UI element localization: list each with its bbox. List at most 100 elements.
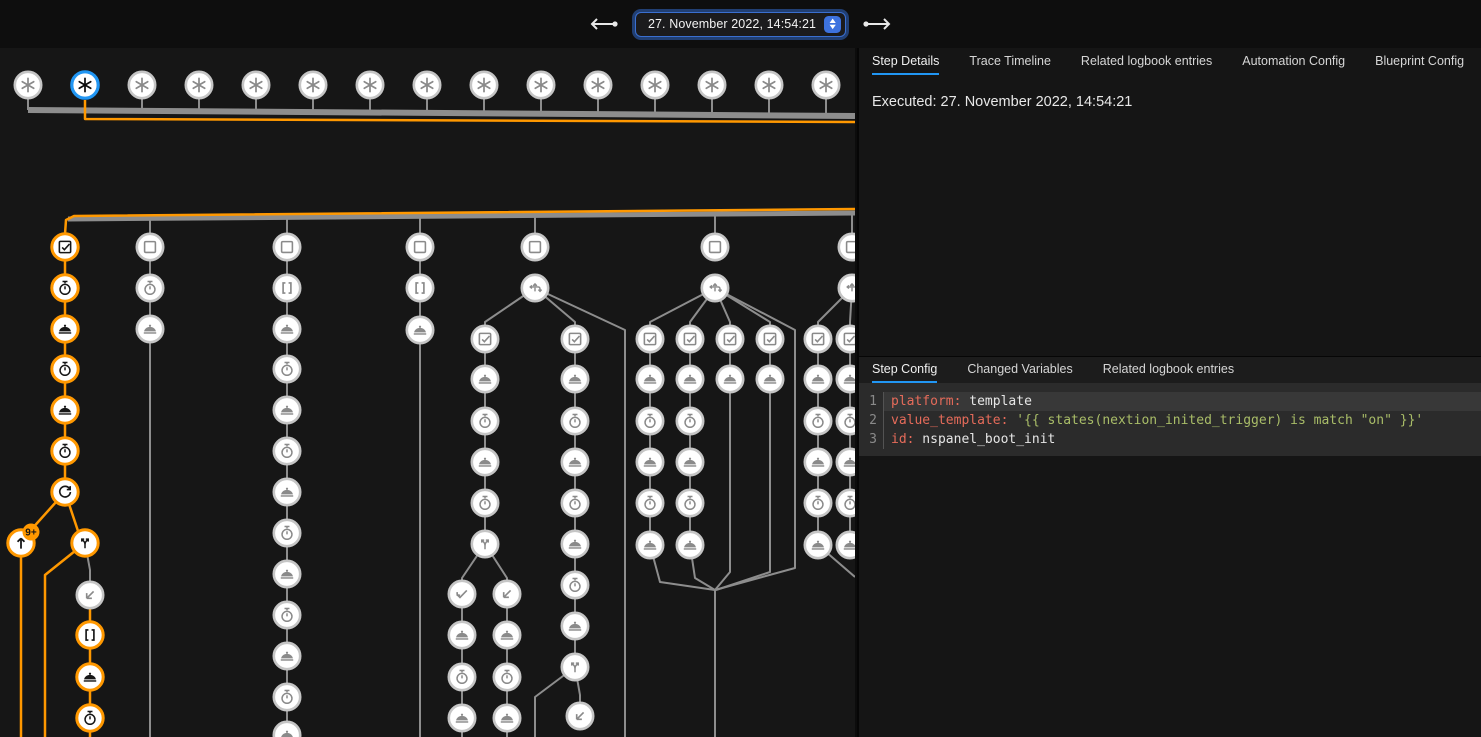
node-split[interactable] — [562, 654, 588, 680]
tab-changed-variables[interactable]: Changed Variables — [967, 357, 1072, 383]
previous-run-button[interactable] — [587, 15, 621, 33]
node-condition-checked[interactable] — [837, 326, 855, 352]
node-service-call[interactable] — [137, 316, 163, 342]
node-condition-blank[interactable] — [274, 234, 300, 260]
node-condition-checked[interactable] — [757, 326, 783, 352]
node-service-call[interactable] — [52, 397, 78, 423]
node-condition-blank[interactable] — [522, 234, 548, 260]
node-service-call[interactable] — [274, 561, 300, 587]
node-service-call[interactable] — [805, 366, 831, 392]
node-repeat[interactable] — [52, 479, 78, 505]
node-timer[interactable] — [274, 684, 300, 710]
node-trigger-asterisk[interactable] — [585, 72, 611, 98]
node-template-brackets[interactable] — [407, 275, 433, 301]
node-condition-blank[interactable] — [407, 234, 433, 260]
node-service-call[interactable] — [677, 449, 703, 475]
node-timer[interactable] — [562, 408, 588, 434]
node-service-call[interactable] — [677, 532, 703, 558]
node-choose[interactable] — [702, 275, 728, 301]
node-timer[interactable] — [52, 356, 78, 382]
tab-related-logbook-entries[interactable]: Related logbook entries — [1081, 48, 1212, 75]
node-timer[interactable] — [274, 438, 300, 464]
node-timer[interactable] — [562, 572, 588, 598]
node-condition-checked[interactable] — [677, 326, 703, 352]
tab-step-config[interactable]: Step Config — [872, 357, 937, 383]
node-service-call[interactable] — [449, 622, 475, 648]
node-trigger-asterisk[interactable] — [243, 72, 269, 98]
node-service-call[interactable] — [805, 532, 831, 558]
node-choose[interactable] — [839, 275, 855, 301]
node-condition-checked[interactable] — [52, 234, 78, 260]
node-trigger-asterisk[interactable] — [528, 72, 554, 98]
tab-blueprint-config[interactable]: Blueprint Config — [1375, 48, 1464, 75]
node-service-call[interactable] — [274, 397, 300, 423]
node-service-call[interactable] — [637, 366, 663, 392]
node-service-call[interactable] — [757, 366, 783, 392]
node-service-call[interactable] — [494, 622, 520, 648]
node-condition-checked[interactable] — [637, 326, 663, 352]
node-service-call[interactable] — [52, 316, 78, 342]
node-service-call[interactable] — [562, 613, 588, 639]
tab-step-details[interactable]: Step Details — [872, 48, 939, 75]
node-timer[interactable] — [77, 705, 103, 731]
node-timer[interactable] — [805, 490, 831, 516]
node-timer[interactable] — [52, 275, 78, 301]
node-trigger-asterisk[interactable] — [471, 72, 497, 98]
node-service-call[interactable] — [449, 705, 475, 731]
node-timer[interactable] — [274, 356, 300, 382]
node-service-call[interactable] — [274, 479, 300, 505]
node-trigger-asterisk[interactable] — [129, 72, 155, 98]
node-condition-blank[interactable] — [702, 234, 728, 260]
node-timer[interactable] — [637, 408, 663, 434]
node-service-call[interactable] — [837, 366, 855, 392]
node-split[interactable] — [72, 530, 98, 556]
node-template-brackets[interactable] — [274, 275, 300, 301]
node-timer[interactable] — [837, 408, 855, 434]
node-timer[interactable] — [562, 490, 588, 516]
node-check[interactable] — [449, 581, 475, 607]
node-trigger-asterisk[interactable] — [15, 72, 41, 98]
node-timer[interactable] — [472, 490, 498, 516]
node-service-call[interactable] — [637, 532, 663, 558]
node-arrow-down-left[interactable] — [77, 582, 103, 608]
node-timer[interactable] — [472, 408, 498, 434]
node-timer[interactable] — [677, 408, 703, 434]
node-timer[interactable] — [837, 490, 855, 516]
next-run-button[interactable] — [860, 15, 894, 33]
node-trigger-asterisk[interactable] — [813, 72, 839, 98]
node-condition-checked[interactable] — [562, 326, 588, 352]
node-trigger-asterisk[interactable] — [72, 72, 98, 98]
node-condition-blank[interactable] — [839, 234, 855, 260]
node-service-call[interactable] — [274, 316, 300, 342]
tab-related-logbook-entries[interactable]: Related logbook entries — [1103, 357, 1234, 383]
node-trigger-asterisk[interactable] — [414, 72, 440, 98]
yaml-code-block[interactable]: 1platform: template2value_template: '{{ … — [859, 383, 1481, 456]
node-split[interactable] — [472, 531, 498, 557]
node-condition-blank[interactable] — [137, 234, 163, 260]
node-service-call[interactable] — [562, 366, 588, 392]
node-service-call[interactable] — [677, 366, 703, 392]
node-timer[interactable] — [449, 664, 475, 690]
node-service-call[interactable] — [637, 449, 663, 475]
node-trigger-asterisk[interactable] — [357, 72, 383, 98]
node-arrow-up[interactable]: 9+ — [8, 524, 40, 557]
node-service-call[interactable] — [77, 664, 103, 690]
node-trigger-asterisk[interactable] — [756, 72, 782, 98]
node-service-call[interactable] — [472, 366, 498, 392]
node-service-call[interactable] — [805, 449, 831, 475]
node-service-call[interactable] — [494, 705, 520, 731]
node-service-call[interactable] — [274, 722, 300, 737]
node-timer[interactable] — [494, 664, 520, 690]
node-choose[interactable] — [522, 275, 548, 301]
node-timer[interactable] — [52, 438, 78, 464]
node-service-call[interactable] — [717, 366, 743, 392]
node-timer[interactable] — [137, 275, 163, 301]
node-template-brackets[interactable] — [77, 622, 103, 648]
node-timer[interactable] — [274, 520, 300, 546]
node-trigger-asterisk[interactable] — [699, 72, 725, 98]
node-timer[interactable] — [274, 602, 300, 628]
node-service-call[interactable] — [407, 317, 433, 343]
tab-trace-timeline[interactable]: Trace Timeline — [969, 48, 1051, 75]
node-service-call[interactable] — [562, 531, 588, 557]
node-arrow-down-left[interactable] — [567, 703, 593, 729]
